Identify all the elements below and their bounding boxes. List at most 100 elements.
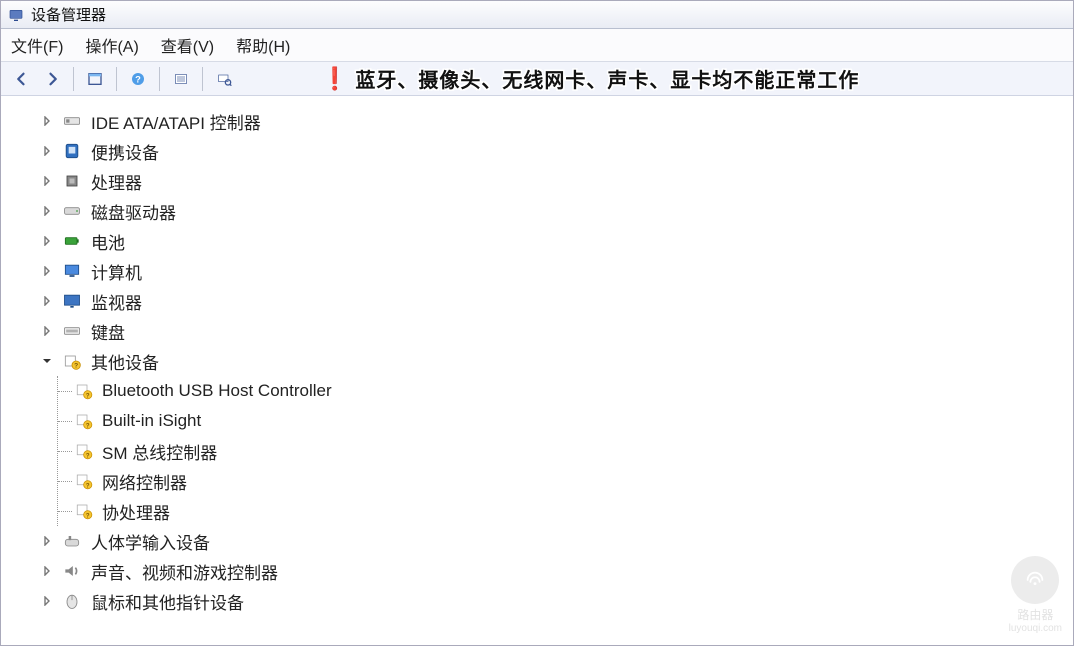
tree-node-label: 其他设备 bbox=[91, 349, 159, 374]
app-icon bbox=[7, 6, 25, 24]
tree-child-label: 协处理器 bbox=[102, 499, 170, 524]
tree-node[interactable]: 人体学输入设备 bbox=[41, 526, 1073, 556]
other-devices-icon: ? bbox=[61, 350, 83, 372]
forward-button[interactable] bbox=[39, 66, 65, 92]
tree-child-node[interactable]: ? 协处理器 bbox=[58, 496, 1073, 526]
watermark-logo-icon bbox=[1011, 556, 1059, 604]
help-button[interactable]: ? bbox=[125, 66, 151, 92]
window-up-icon bbox=[87, 71, 103, 87]
ide-controller-icon bbox=[61, 110, 83, 132]
portable-device-icon bbox=[61, 140, 83, 162]
device-manager-window: 设备管理器 文件(F) 操作(A) 查看(V) 帮助(H) ? bbox=[0, 0, 1074, 646]
svg-text:?: ? bbox=[135, 74, 141, 84]
titlebar: 设备管理器 bbox=[1, 1, 1073, 29]
warning-icon: ❗ bbox=[321, 66, 349, 92]
expand-arrow-icon[interactable] bbox=[41, 325, 53, 337]
expand-arrow-icon[interactable] bbox=[41, 115, 53, 127]
monitor-icon bbox=[61, 290, 83, 312]
tree-node[interactable]: 便携设备 bbox=[41, 136, 1073, 166]
question-icon: ? bbox=[130, 71, 146, 87]
tree-node[interactable]: 监视器 bbox=[41, 286, 1073, 316]
battery-icon bbox=[61, 230, 83, 252]
tree-child-node[interactable]: ? Bluetooth USB Host Controller bbox=[58, 376, 1073, 406]
properties-button[interactable] bbox=[168, 66, 194, 92]
tree-children: ? Bluetooth USB Host Controller? Built-in … bbox=[57, 376, 1073, 526]
computer-icon bbox=[61, 260, 83, 282]
svg-text:?: ? bbox=[74, 363, 78, 370]
scan-icon bbox=[216, 71, 232, 87]
tree-child-node[interactable]: ? 网络控制器 bbox=[58, 466, 1073, 496]
tree-node[interactable]: 鼠标和其他指针设备 bbox=[41, 586, 1073, 616]
tree-node[interactable]: 电池 bbox=[41, 226, 1073, 256]
tree-child-node[interactable]: ? Built-in iSight bbox=[58, 406, 1073, 436]
toolbar-divider bbox=[73, 67, 74, 91]
unknown-device-icon: ? bbox=[74, 471, 94, 491]
tree-node-label: 磁盘驱动器 bbox=[91, 199, 176, 224]
menu-help[interactable]: 帮助(H) bbox=[236, 33, 290, 57]
list-icon bbox=[173, 71, 189, 87]
unknown-device-icon: ? bbox=[74, 441, 94, 461]
unknown-device-icon: ? bbox=[74, 501, 94, 521]
keyboard-icon bbox=[61, 320, 83, 342]
tree-node[interactable]: 声音、视频和游戏控制器 bbox=[41, 556, 1073, 586]
device-tree[interactable]: IDE ATA/ATAPI 控制器便携设备处理器磁盘驱动器电池计算机监视器键盘?… bbox=[1, 96, 1073, 645]
alert-banner: ❗ 蓝牙、摄像头、无线网卡、声卡、显卡均不能正常工作 bbox=[321, 64, 859, 93]
watermark: 路由器 luyouqi.com bbox=[1009, 556, 1062, 634]
tree-node-label: 人体学输入设备 bbox=[91, 529, 210, 554]
tree-node-label: 监视器 bbox=[91, 289, 142, 314]
tree-node-label: 电池 bbox=[91, 229, 125, 254]
expand-arrow-icon[interactable] bbox=[41, 535, 53, 547]
svg-text:?: ? bbox=[86, 483, 90, 489]
menu-view[interactable]: 查看(V) bbox=[161, 33, 214, 57]
tree-node[interactable]: 键盘 bbox=[41, 316, 1073, 346]
expand-arrow-icon[interactable] bbox=[41, 205, 53, 217]
audio-icon bbox=[61, 560, 83, 582]
tree-child-label: Bluetooth USB Host Controller bbox=[102, 381, 332, 401]
alert-text: 蓝牙、摄像头、无线网卡、声卡、显卡均不能正常工作 bbox=[355, 64, 859, 93]
expand-arrow-icon[interactable] bbox=[41, 175, 53, 187]
expand-arrow-icon[interactable] bbox=[41, 265, 53, 277]
unknown-device-icon: ? bbox=[74, 381, 94, 401]
watermark-brand: 路由器 bbox=[1017, 606, 1053, 623]
menu-file[interactable]: 文件(F) bbox=[11, 33, 63, 57]
tree-node-label: 声音、视频和游戏控制器 bbox=[91, 559, 278, 584]
cpu-icon bbox=[61, 170, 83, 192]
tree-child-label: SM 总线控制器 bbox=[102, 439, 217, 464]
tree-node[interactable]: 磁盘驱动器 bbox=[41, 196, 1073, 226]
toolbar-divider bbox=[116, 67, 117, 91]
toolbar-divider bbox=[202, 67, 203, 91]
back-button[interactable] bbox=[9, 66, 35, 92]
tree-node[interactable]: ? 其他设备 bbox=[41, 346, 1073, 376]
tree-node[interactable]: 计算机 bbox=[41, 256, 1073, 286]
expand-arrow-icon[interactable] bbox=[41, 595, 53, 607]
svg-text:?: ? bbox=[86, 453, 90, 459]
menu-action[interactable]: 操作(A) bbox=[85, 33, 138, 57]
mouse-icon bbox=[61, 590, 83, 612]
hid-icon bbox=[61, 530, 83, 552]
tree-node-label: 便携设备 bbox=[91, 139, 159, 164]
tree-node-label: 键盘 bbox=[91, 319, 125, 344]
expand-arrow-icon[interactable] bbox=[41, 565, 53, 577]
menubar: 文件(F) 操作(A) 查看(V) 帮助(H) bbox=[1, 29, 1073, 62]
tree-child-label: Built-in iSight bbox=[102, 411, 201, 431]
expand-arrow-icon[interactable] bbox=[41, 145, 53, 157]
svg-text:?: ? bbox=[86, 393, 90, 399]
watermark-url: luyouqi.com bbox=[1009, 623, 1062, 634]
tree-node[interactable]: 处理器 bbox=[41, 166, 1073, 196]
expand-arrow-icon[interactable] bbox=[41, 295, 53, 307]
tree-child-label: 网络控制器 bbox=[102, 469, 187, 494]
tree-node[interactable]: IDE ATA/ATAPI 控制器 bbox=[41, 106, 1073, 136]
arrow-right-icon bbox=[43, 70, 61, 88]
scan-hardware-button[interactable] bbox=[211, 66, 237, 92]
expand-arrow-icon[interactable] bbox=[41, 235, 53, 247]
collapse-arrow-icon[interactable] bbox=[41, 355, 53, 367]
arrow-left-icon bbox=[13, 70, 31, 88]
up-button[interactable] bbox=[82, 66, 108, 92]
unknown-device-icon: ? bbox=[74, 411, 94, 431]
tree-child-node[interactable]: ? SM 总线控制器 bbox=[58, 436, 1073, 466]
tree-node-label: 鼠标和其他指针设备 bbox=[91, 589, 244, 614]
toolbar: ? ❗ 蓝牙、摄像头、无线网卡、声卡、显卡均不能正常工作 bbox=[1, 62, 1073, 96]
tree-node-label: IDE ATA/ATAPI 控制器 bbox=[91, 109, 261, 134]
svg-text:?: ? bbox=[86, 423, 90, 429]
window-title: 设备管理器 bbox=[31, 4, 106, 25]
